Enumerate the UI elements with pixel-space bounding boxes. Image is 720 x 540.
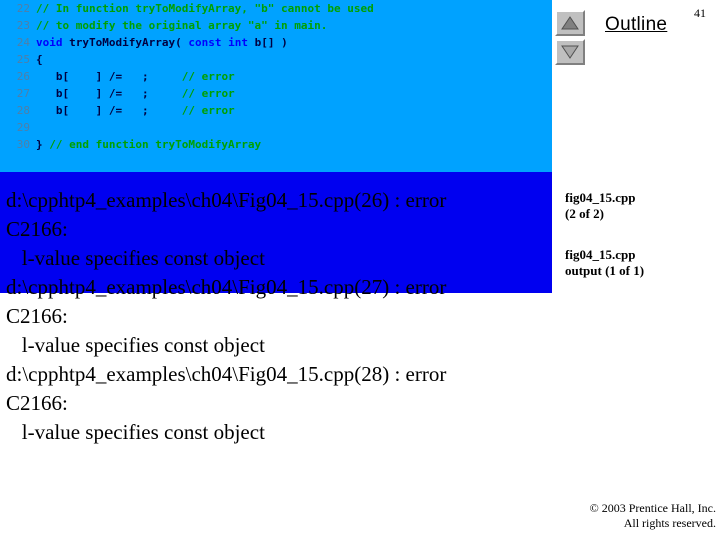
- code-line-source: b[ ] /= ; // error: [36, 70, 235, 83]
- code-token: // error: [181, 104, 235, 117]
- code-line: 29: [0, 119, 552, 136]
- scroll-up-button[interactable]: [555, 10, 585, 36]
- code-line: 30} // end function tryToModifyArray: [0, 136, 552, 153]
- code-token: // error: [181, 87, 235, 100]
- code-line: 24 void tryToModifyArray( const int b[] ): [0, 34, 552, 51]
- code-token: // end function tryToModifyArray: [49, 138, 262, 151]
- code-line-source: b[ ] /= ; // error: [36, 87, 235, 100]
- scroll-down-button[interactable]: [555, 39, 585, 65]
- code-line: 23 // to modify the original array "a" in…: [0, 17, 552, 34]
- code-line-source: {: [36, 53, 43, 66]
- code-line-number: 26: [16, 70, 30, 83]
- code-line-source: b[ ] /= ; // error: [36, 104, 235, 117]
- code-token: }: [36, 138, 50, 151]
- code-listing-panel: 22 // In function tryToModifyArray, "b" c…: [0, 0, 552, 172]
- page-number: 41: [694, 6, 706, 20]
- code-token: const int: [188, 36, 255, 49]
- code-token: // In function tryToModifyArray, "b" can…: [36, 2, 374, 15]
- triangle-up-icon: [557, 16, 583, 30]
- code-line-number: 25: [16, 53, 30, 66]
- code-line: 22 // In function tryToModifyArray, "b" c…: [0, 0, 552, 17]
- code-line-source: void tryToModifyArray( const int b[] ): [36, 36, 288, 49]
- code-line: 28 b[ ] /= ; // error: [0, 102, 552, 119]
- code-line-number: 30: [16, 138, 30, 151]
- copyright-footer: © 2003 Prentice Hall, Inc. All rights re…: [589, 501, 716, 530]
- code-line: 25 {: [0, 51, 552, 68]
- code-line-source: } // end function tryToModifyArray: [36, 138, 261, 151]
- code-token: b[ ] /= ;: [36, 70, 182, 83]
- code-line-number: 29: [16, 121, 30, 134]
- code-line: 26 b[ ] /= ; // error: [0, 68, 552, 85]
- caption-source-file: fig04_15.cpp (2 of 2): [565, 190, 636, 221]
- code-token: tryToModifyArray(: [69, 36, 189, 49]
- scroll-buttons-group: [555, 10, 587, 68]
- triangle-down-icon: [557, 45, 583, 59]
- code-token: {: [36, 53, 43, 66]
- code-line-number: 23: [16, 19, 30, 32]
- code-line-source: // to modify the original array "a" in m…: [36, 19, 327, 32]
- code-token: void: [36, 36, 70, 49]
- caption-output-file: fig04_15.cpp output (1 of 1): [565, 247, 645, 278]
- code-line-number: 27: [16, 87, 30, 100]
- code-token: // to modify the original array "a" in m…: [36, 19, 328, 32]
- compiler-output-text: d:\cpphtp4_examples\ch04\Fig04_15.cpp(26…: [6, 188, 447, 444]
- outline-title[interactable]: Outline: [605, 14, 667, 36]
- code-token: b[ ] /= ;: [36, 104, 182, 117]
- code-token: b[] ): [254, 36, 288, 49]
- code-line: 27 b[ ] /= ; // error: [0, 85, 552, 102]
- code-token: // error: [181, 70, 235, 83]
- code-line-number: 22: [16, 2, 30, 15]
- code-line-source: // In function tryToModifyArray, "b" can…: [36, 2, 374, 15]
- code-token: b[ ] /= ;: [36, 87, 182, 100]
- code-line-number: 24: [16, 36, 30, 49]
- code-line-number: 28: [16, 104, 30, 117]
